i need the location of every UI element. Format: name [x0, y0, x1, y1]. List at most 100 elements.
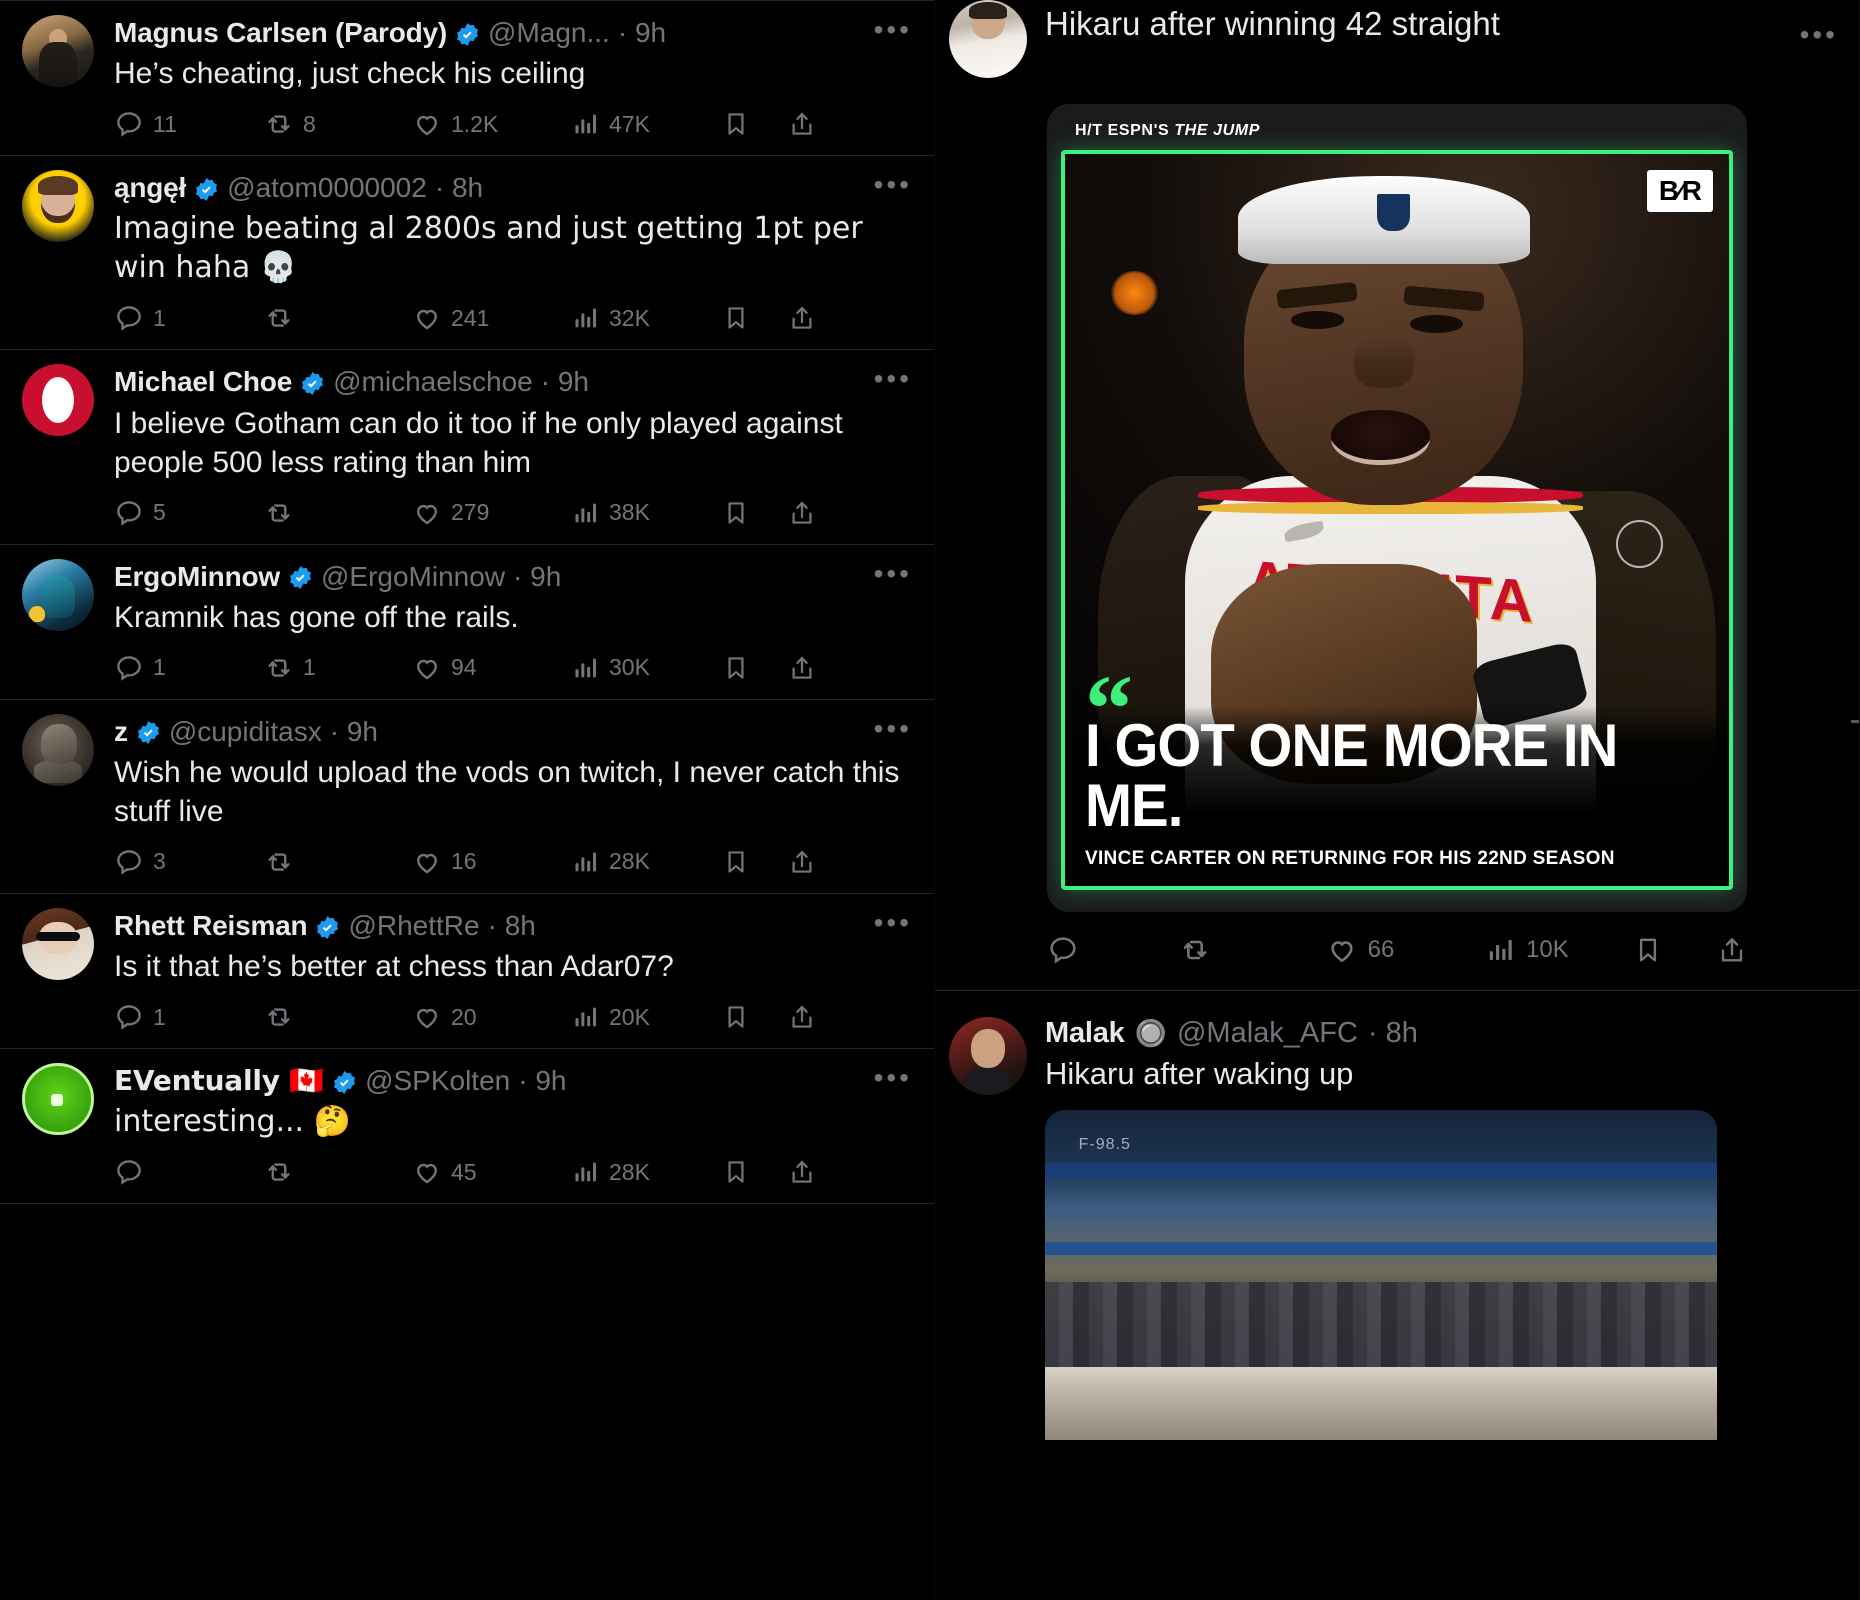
bookmark-button[interactable] [722, 499, 788, 527]
like-count: 16 [451, 848, 477, 875]
timestamp: · 9h [329, 715, 379, 747]
handle[interactable]: @SPKolten [365, 1065, 510, 1097]
share-button[interactable] [788, 1003, 838, 1031]
media-card[interactable]: H/T ESPN'S THE JUMP ATLANTA [1047, 104, 1747, 912]
reply-button[interactable]: 1 [114, 653, 264, 683]
tweet-header: ErgoMinnow @ErgoMinnow · 9h [114, 561, 916, 593]
retweet-button[interactable] [1179, 934, 1326, 966]
display-name[interactable]: Magnus Carlsen (Parody) [114, 17, 447, 49]
reply-button[interactable]: 11 [114, 109, 264, 139]
like-button[interactable]: 45 [412, 1157, 572, 1187]
like-button[interactable]: 66 [1326, 934, 1486, 966]
more-options-icon[interactable]: ••• [874, 171, 912, 199]
like-button[interactable]: 20 [412, 1002, 572, 1032]
handle[interactable]: @Malak_AFC [1177, 1017, 1358, 1050]
more-options-icon[interactable]: ••• [1800, 21, 1838, 49]
handle[interactable]: @cupiditasx [169, 716, 322, 748]
views-button[interactable]: 20K [572, 1003, 722, 1031]
handle[interactable]: @Magn... [488, 17, 610, 49]
avatar[interactable] [22, 364, 94, 437]
bookmark-button[interactable] [722, 848, 788, 876]
views-button[interactable]: 38K [572, 499, 722, 527]
retweet-button[interactable] [264, 1002, 412, 1032]
like-button[interactable]: 241 [412, 303, 572, 333]
like-button[interactable]: 16 [412, 847, 572, 877]
display-name[interactable]: z [114, 716, 128, 748]
tweet-item[interactable]: Michael Choe @michaelschoe · 9h I believ… [0, 350, 934, 545]
display-name[interactable]: Rhett Reisman [114, 910, 308, 942]
view-count: 32K [609, 304, 650, 331]
like-button[interactable]: 94 [412, 653, 572, 683]
like-count: 241 [451, 304, 490, 331]
reply-button[interactable]: 5 [114, 498, 264, 528]
avatar[interactable] [949, 0, 1027, 78]
avatar[interactable] [949, 1017, 1027, 1095]
views-button[interactable]: 30K [572, 654, 722, 682]
handle[interactable]: @RhettRe [348, 910, 479, 942]
avatar[interactable] [22, 713, 94, 786]
avatar[interactable] [22, 170, 94, 243]
reply-count: 3 [153, 848, 166, 875]
views-button[interactable]: 28K [572, 1158, 722, 1186]
more-options-icon[interactable]: ••• [874, 16, 912, 44]
display-name[interactable]: Malak [1045, 1017, 1125, 1050]
bookmark-button[interactable] [1633, 935, 1717, 965]
handle[interactable]: @michaelschoe [333, 366, 533, 398]
tweet-item[interactable]: Rhett Reisman @RhettRe · 8h Is it that h… [0, 894, 934, 1050]
reply-button[interactable] [114, 1157, 264, 1187]
views-button[interactable]: 10K [1486, 935, 1633, 965]
reply-button[interactable]: 3 [114, 847, 264, 877]
tweet-item[interactable]: EVentually 🇨🇦 @SPKolten · 9h interesting… [0, 1049, 934, 1205]
bookmark-button[interactable] [722, 304, 788, 332]
tweet-item[interactable]: Malak 🔘 @Malak_AFC · 8h Hikaru after wak… [935, 21, 1860, 1440]
reply-button[interactable]: 1 [114, 303, 264, 333]
avatar[interactable] [22, 907, 94, 980]
display-name[interactable]: ąngęł [114, 172, 186, 204]
share-button[interactable] [788, 654, 838, 682]
share-button[interactable] [788, 848, 838, 876]
handle[interactable]: @ErgoMinnow [321, 561, 505, 593]
bookmark-button[interactable] [722, 110, 788, 138]
avatar[interactable] [22, 15, 94, 87]
view-count: 28K [609, 1158, 650, 1185]
bookmark-button[interactable] [722, 654, 788, 682]
avatar[interactable] [22, 1063, 94, 1136]
more-options-icon[interactable]: ••• [874, 559, 912, 587]
tweet-item[interactable]: ąngęł @atom0000002 · 8h Imagine beating … [0, 156, 934, 351]
views-button[interactable]: 32K [572, 304, 722, 332]
share-button[interactable] [788, 1158, 838, 1186]
sponsor-patch-icon [1616, 520, 1663, 568]
handle[interactable]: @atom0000002 [227, 172, 427, 204]
retweet-button[interactable] [264, 303, 412, 333]
display-name[interactable]: Michael Choe [114, 366, 292, 398]
tweet-item[interactable]: ErgoMinnow @ErgoMinnow · 9h Kramnik has … [0, 545, 934, 700]
share-button[interactable] [1717, 935, 1747, 965]
more-options-icon[interactable]: ••• [874, 1064, 912, 1092]
retweet-button[interactable] [264, 1157, 412, 1187]
like-button[interactable]: 1.2K [412, 109, 572, 139]
more-options-icon[interactable]: ••• [874, 908, 912, 936]
reply-button[interactable] [1047, 934, 1179, 966]
video-media[interactable]: F-98.5 [1045, 1110, 1717, 1440]
tweet-item[interactable]: Hikaru after winning 42 straight [935, 0, 1860, 78]
share-button[interactable] [788, 304, 838, 332]
display-name[interactable]: EVentually 🇨🇦 [114, 1065, 324, 1097]
retweet-button[interactable] [264, 498, 412, 528]
reply-button[interactable]: 1 [114, 1002, 264, 1032]
retweet-button[interactable]: 8 [264, 109, 412, 139]
more-options-icon[interactable]: ••• [874, 365, 912, 393]
share-button[interactable] [788, 499, 838, 527]
tweet-item[interactable]: Magnus Carlsen (Parody) @Magn... · 9h He… [0, 0, 934, 157]
avatar[interactable] [22, 558, 94, 631]
views-button[interactable]: 28K [572, 848, 722, 876]
more-options-icon[interactable]: ••• [874, 714, 912, 742]
like-button[interactable]: 279 [412, 498, 572, 528]
share-button[interactable] [788, 110, 838, 138]
bookmark-button[interactable] [722, 1003, 788, 1031]
bookmark-button[interactable] [722, 1158, 788, 1186]
tweet-item[interactable]: z @cupiditasx · 9h Wish he would upload … [0, 700, 934, 894]
display-name[interactable]: ErgoMinnow [114, 561, 280, 593]
retweet-button[interactable] [264, 847, 412, 877]
retweet-button[interactable]: 1 [264, 653, 412, 683]
views-button[interactable]: 47K [572, 110, 722, 138]
